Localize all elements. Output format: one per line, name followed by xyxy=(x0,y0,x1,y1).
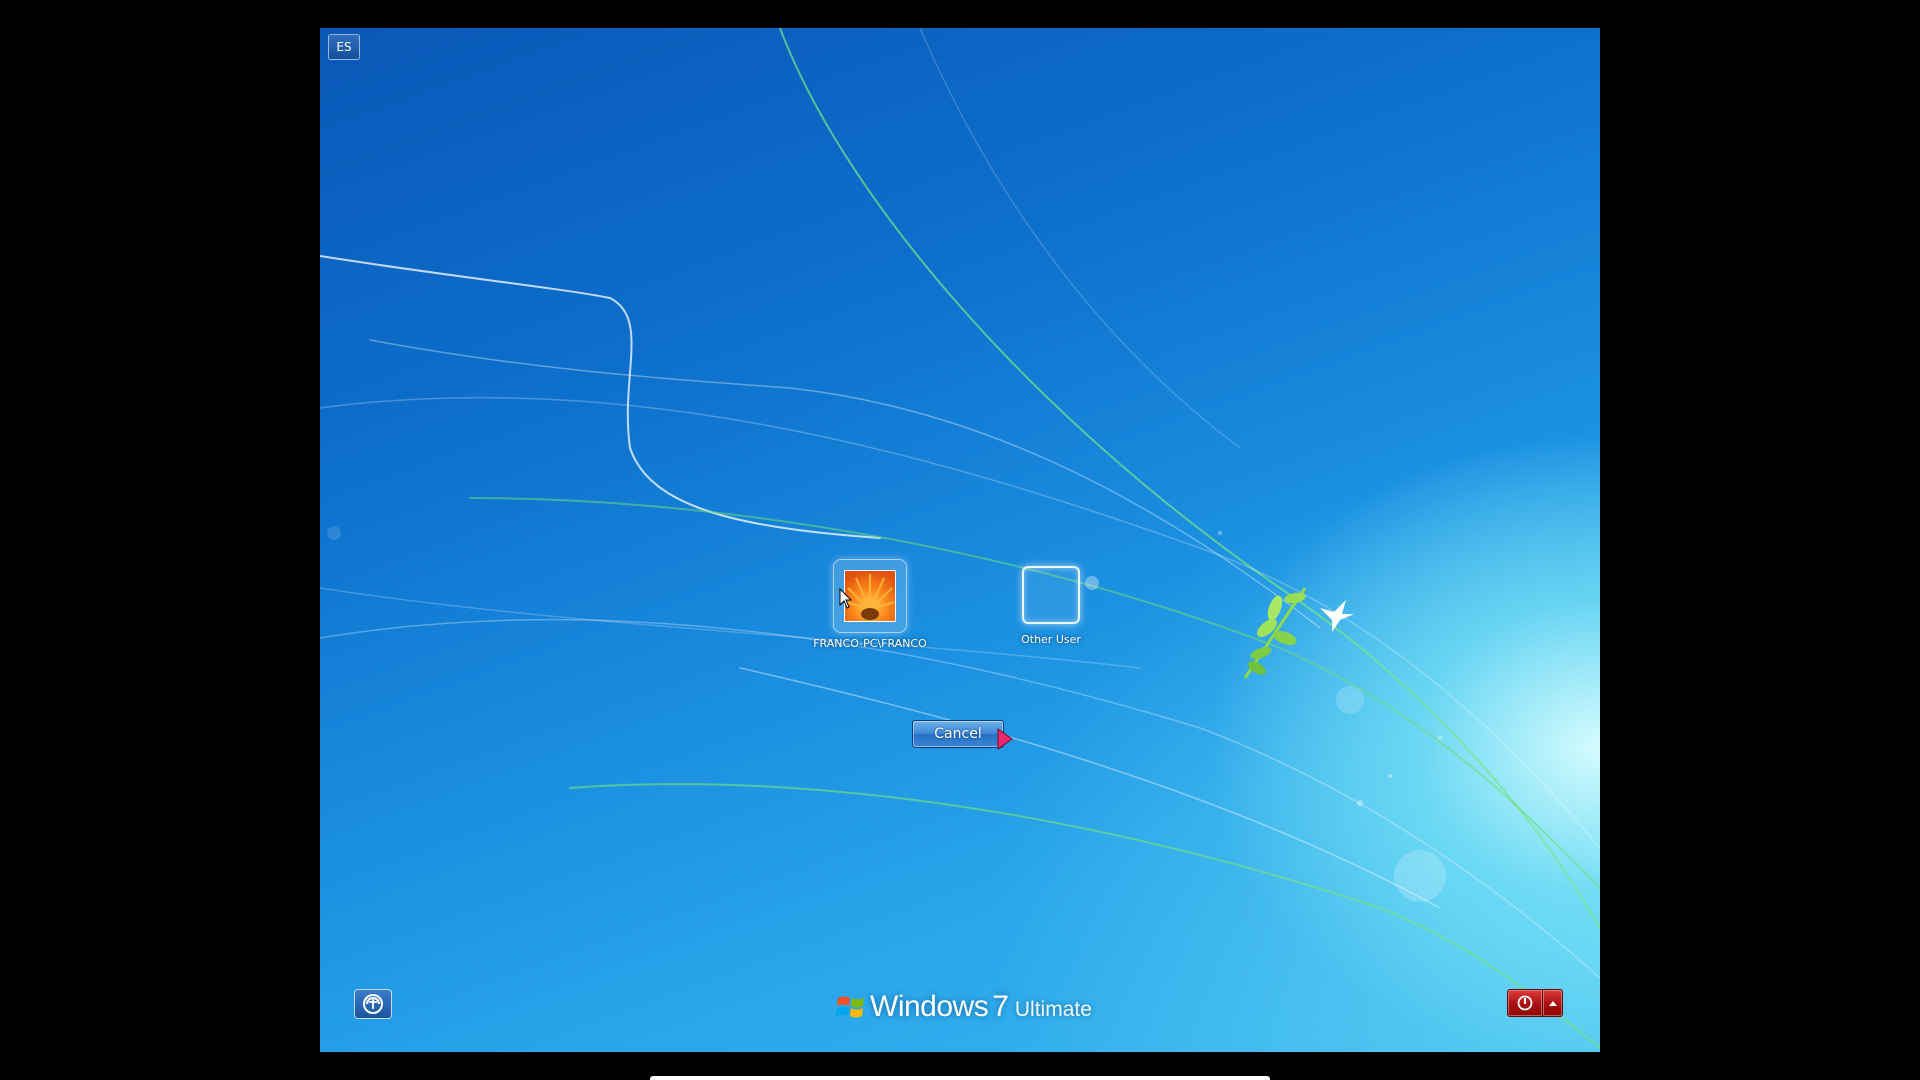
mouse-pointer-icon xyxy=(839,588,853,609)
bird xyxy=(1320,600,1354,632)
input-language-button[interactable]: ES xyxy=(328,34,360,60)
windows-logo-icon xyxy=(836,996,864,1018)
brand-name: Windows xyxy=(870,990,989,1023)
logon-screen: ES FRANCO-PC\FRANCO Other User Cancel Wi… xyxy=(320,28,1600,1052)
shutdown-control xyxy=(1507,989,1563,1017)
ease-of-access-icon xyxy=(363,994,383,1014)
shutdown-options-button[interactable] xyxy=(1543,989,1563,1017)
brand-version: 7 xyxy=(992,990,1009,1023)
user-tile-franco[interactable]: FRANCO-PC\FRANCO xyxy=(800,559,940,650)
windows-branding: Windows 7 Ultimate xyxy=(836,990,1092,1024)
cancel-button[interactable]: Cancel xyxy=(912,720,1004,748)
brand-edition: Ultimate xyxy=(1014,998,1092,1021)
blank-picture[interactable] xyxy=(1022,566,1080,624)
shutdown-button[interactable] xyxy=(1507,989,1543,1017)
user-tile-other-user[interactable]: Other User xyxy=(981,566,1121,646)
user-name: FRANCO-PC\FRANCO xyxy=(813,637,927,650)
leaf-sprig xyxy=(1243,587,1307,679)
user-name: Other User xyxy=(1021,633,1081,646)
power-icon xyxy=(1517,995,1533,1011)
pointer-arrow-icon xyxy=(997,728,1013,750)
bottom-edge-bar xyxy=(650,1076,1270,1080)
ease-of-access-button[interactable] xyxy=(354,989,392,1019)
wallpaper-waves xyxy=(320,28,1600,1049)
triangle-up-icon xyxy=(1548,1001,1557,1006)
